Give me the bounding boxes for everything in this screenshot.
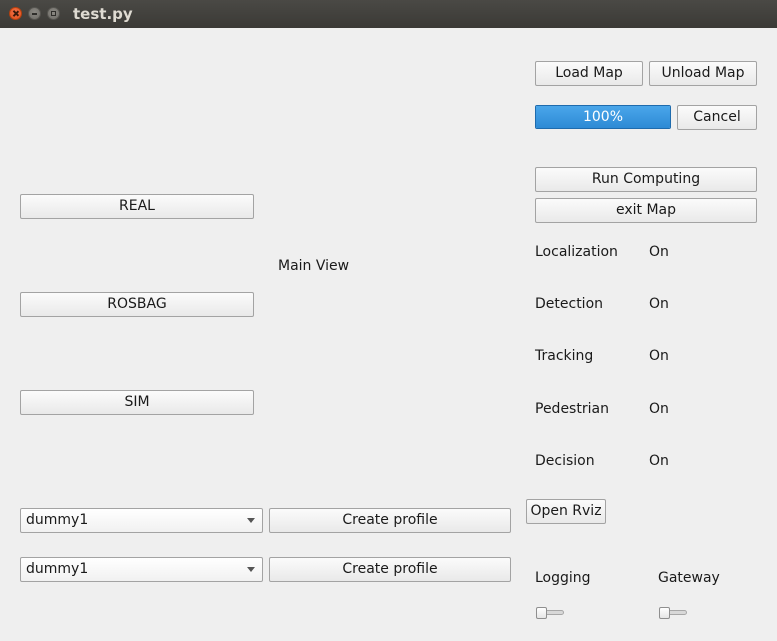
profile-select-1[interactable]: dummy1: [20, 508, 263, 533]
exit-map-button[interactable]: exit Map: [535, 198, 757, 223]
maximize-icon[interactable]: [47, 7, 60, 20]
create-profile-button-2[interactable]: Create profile: [269, 557, 511, 582]
status-value-pedestrian: On: [649, 401, 669, 417]
status-value-detection: On: [649, 296, 669, 312]
logging-label: Logging: [535, 570, 591, 586]
map-load-progress-bar: 100%: [535, 105, 671, 129]
progress-text: 100%: [582, 109, 624, 125]
status-value-localization: On: [649, 244, 669, 260]
logging-toggle[interactable]: [536, 607, 564, 619]
profile-select-2[interactable]: dummy1: [20, 557, 263, 582]
main-view-label: Main View: [278, 258, 350, 274]
close-icon[interactable]: [9, 7, 22, 20]
gateway-toggle-knob[interactable]: [659, 607, 670, 619]
chevron-down-icon: [247, 518, 255, 523]
create-profile-button-1[interactable]: Create profile: [269, 508, 511, 533]
sim-mode-button[interactable]: SIM: [20, 390, 254, 415]
status-value-tracking: On: [649, 348, 669, 364]
profile-select-2-value: dummy1: [26, 561, 89, 577]
logging-toggle-knob[interactable]: [536, 607, 547, 619]
window-title: test.py: [73, 5, 133, 23]
status-name-detection: Detection: [535, 296, 604, 312]
status-name-tracking: Tracking: [535, 348, 594, 364]
open-rviz-button[interactable]: Open Rviz: [526, 499, 606, 524]
status-name-decision: Decision: [535, 453, 595, 469]
minimize-icon[interactable]: [28, 7, 41, 20]
load-map-button[interactable]: Load Map: [535, 61, 643, 86]
cancel-button[interactable]: Cancel: [677, 105, 757, 130]
status-name-pedestrian: Pedestrian: [535, 401, 609, 417]
gateway-label: Gateway: [658, 570, 720, 586]
unload-map-button[interactable]: Unload Map: [649, 61, 757, 86]
real-mode-button[interactable]: REAL: [20, 194, 254, 219]
window-titlebar: test.py: [0, 0, 777, 28]
chevron-down-icon: [247, 567, 255, 572]
status-value-decision: On: [649, 453, 669, 469]
run-computing-button[interactable]: Run Computing: [535, 167, 757, 192]
rosbag-mode-button[interactable]: ROSBAG: [20, 292, 254, 317]
gateway-toggle[interactable]: [659, 607, 687, 619]
status-name-localization: Localization: [535, 244, 618, 260]
profile-select-1-value: dummy1: [26, 512, 89, 528]
